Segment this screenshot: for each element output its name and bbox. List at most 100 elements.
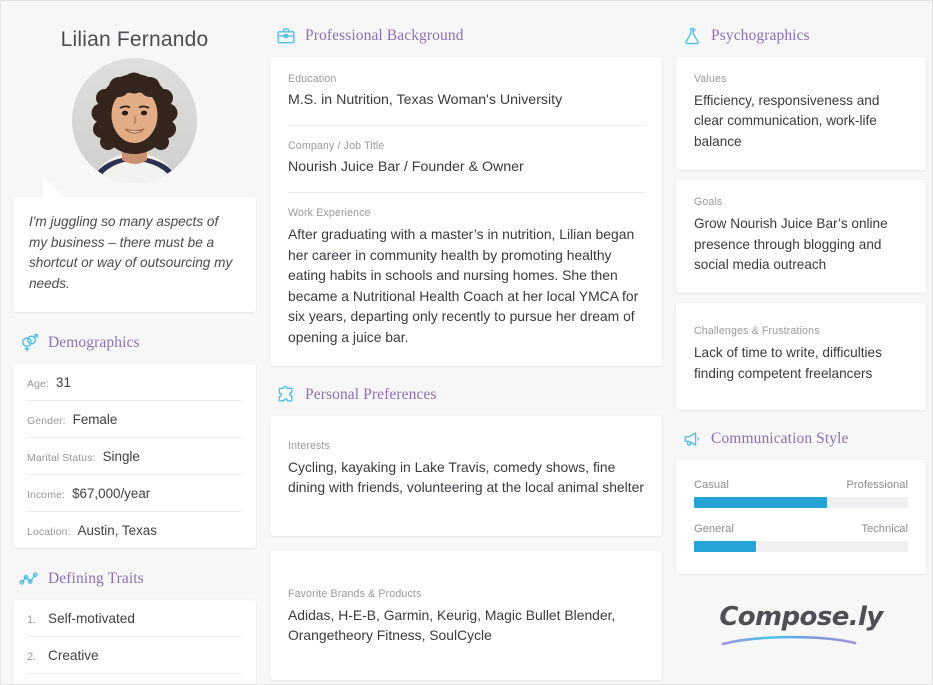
row-value: 31	[56, 374, 71, 390]
row-label: Age:	[27, 377, 49, 390]
slider-fill	[694, 541, 757, 553]
table-row: Income: $67,000/year	[27, 475, 242, 512]
communication-style-header: Communication Style	[682, 428, 926, 450]
field-value: After graduating with a master’s in nutr…	[288, 226, 639, 345]
slider-labels: Casual Professional	[694, 479, 908, 491]
defining-traits-section: Defining Traits 1. Self-motivated 2. Cre…	[13, 568, 256, 684]
trait-label: Creative	[48, 647, 99, 663]
professional-fields: Education M.S. in Nutrition, Texas Woman…	[270, 57, 662, 366]
slider-casual-professional[interactable]: Casual Professional	[694, 479, 908, 509]
gender-symbols-icon	[22, 333, 38, 351]
demographics-header: Demographics	[19, 332, 256, 354]
slider-track[interactable]	[694, 541, 908, 553]
slider-right-label: Professional	[846, 479, 908, 492]
psychographics-title: Psychographics	[711, 27, 810, 44]
row-value: Female	[72, 411, 118, 427]
field-value: Lack of time to write, difficulties find…	[694, 345, 882, 381]
field-label: Work Experience	[288, 207, 371, 220]
persona-page: Lilian Fernando I'm juggling so many asp…	[0, 0, 933, 685]
slider-general-technical[interactable]: General Technical	[694, 523, 908, 553]
communication-style-title: Communication Style	[711, 430, 849, 448]
slider-labels: General Technical	[694, 523, 908, 535]
page-title: Lilian Fernando	[60, 28, 209, 51]
slider-left-label: General	[694, 523, 734, 536]
demographics-title: Demographics	[48, 333, 140, 351]
field-favorite-brands: Favorite Brands & Products Adidas, H-E-B…	[288, 574, 644, 652]
defining-traits-card: 1. Self-motivated 2. Creative 3. Enthusi…	[13, 599, 256, 684]
trait-label: Self-motivated	[48, 610, 135, 626]
persona-quote-card: I'm juggling so many aspects of my busin…	[13, 177, 256, 312]
favorite-brands-card: Favorite Brands & Products Adidas, H-E-B…	[270, 549, 662, 680]
brand-logo: Compose.ly	[676, 602, 926, 648]
persona-quote: I'm juggling so many aspects of my busin…	[29, 214, 233, 291]
field-label: Values	[694, 73, 727, 85]
right-column: Psychographics Values Efficiency, respon…	[676, 15, 926, 672]
table-row: Location: Austin, Texas	[27, 512, 242, 548]
professional-background-title: Professional Background	[305, 27, 464, 44]
professional-background-header: Professional Background	[276, 25, 662, 47]
field-label: Company / Job Title	[288, 140, 385, 153]
demographics-card: Age: 31 Gender: Female Marital Status: S…	[13, 363, 256, 548]
goals-card: Goals Grow Nourish Juice Bar’s online pr…	[676, 180, 926, 294]
avatar-wrapper	[13, 58, 256, 183]
professional-background-card: Education M.S. in Nutrition, Texas Woman…	[270, 57, 662, 366]
row-label: Marital Status:	[27, 451, 96, 464]
megaphone-icon	[684, 432, 699, 446]
middle-column: Professional Background Education M.S. i…	[270, 15, 662, 680]
trait-number: 2.	[27, 650, 37, 663]
field-value: M.S. in Nutrition, Texas Woman's Univers…	[288, 92, 563, 108]
table-row: Gender: Female	[27, 401, 242, 438]
row-label: Gender:	[27, 414, 66, 427]
field-value: Adidas, H-E-B, Garmin, Keurig, Magic Bul…	[288, 606, 616, 644]
briefcase-icon	[277, 28, 295, 44]
row-value: Single	[102, 448, 140, 464]
field-value: Efficiency, responsiveness and clear com…	[694, 93, 880, 149]
list-item: 3. Enthusiastic	[27, 674, 242, 684]
field-value: Grow Nourish Juice Bar’s online presence…	[694, 216, 888, 272]
psychographics-header: Psychographics	[682, 25, 926, 47]
slider-track[interactable]	[694, 497, 908, 509]
field-value: Nourish Juice Bar / Founder & Owner	[288, 159, 524, 176]
table-row: Age: 31	[27, 364, 242, 401]
list-item: 2. Creative	[27, 637, 242, 674]
row-label: Location:	[27, 525, 71, 538]
slider-left-label: Casual	[694, 479, 729, 492]
network-nodes-icon	[19, 572, 38, 585]
field-label: Favorite Brands & Products	[288, 587, 422, 600]
personal-preferences-title: Personal Preferences	[305, 385, 437, 403]
row-value: $67,000/year	[72, 485, 151, 501]
row-value: Austin, Texas	[77, 522, 157, 538]
table-row: Marital Status: Single	[27, 438, 242, 475]
slider-fill	[694, 497, 827, 509]
field-value: Cycling, kayaking in Lake Travis, comedy…	[288, 458, 644, 496]
avatar	[72, 58, 197, 183]
logo-text: Compose.ly	[719, 602, 883, 633]
puzzle-piece-icon	[278, 385, 293, 401]
slider-right-label: Technical	[861, 523, 908, 536]
demographics-section: Demographics Age: 31 Gender: Female Mari…	[13, 332, 256, 548]
field-label: Goals	[694, 196, 723, 209]
traits-list: 1. Self-motivated 2. Creative 3. Enthusi…	[13, 600, 256, 684]
defining-traits-header: Defining Traits	[19, 568, 256, 590]
challenges-card: Challenges & Frustrations Lack of time t…	[676, 303, 926, 411]
field-label: Education	[288, 73, 337, 85]
field-company-job-title: Company / Job Title Nourish Juice Bar / …	[288, 126, 644, 194]
interests-card: Interests Cycling, kayaking in Lake Trav…	[270, 415, 662, 536]
trait-number: 1.	[27, 613, 37, 626]
persona-identity: Lilian Fernando I'm juggling so many asp…	[13, 28, 256, 312]
field-interests: Interests Cycling, kayaking in Lake Trav…	[288, 426, 644, 504]
defining-traits-title: Defining Traits	[48, 569, 144, 587]
values-card: Values Efficiency, responsiveness and cl…	[676, 57, 926, 171]
list-item: 1. Self-motivated	[27, 600, 242, 637]
field-label: Challenges & Frustrations	[694, 325, 820, 338]
personal-preferences-header: Personal Preferences	[276, 384, 662, 406]
portrait-illustration	[72, 58, 197, 183]
field-education: Education M.S. in Nutrition, Texas Woman…	[288, 59, 644, 127]
flask-icon	[685, 27, 699, 45]
row-label: Income:	[27, 488, 66, 501]
communication-style-card: Casual Professional General Technical	[676, 460, 926, 575]
field-label: Interests	[288, 439, 330, 452]
demographics-rows: Age: 31 Gender: Female Marital Status: S…	[13, 364, 256, 548]
field-work-experience: Work Experience After graduating with a …	[288, 193, 644, 361]
left-column: Lilian Fernando I'm juggling so many asp…	[13, 15, 256, 684]
